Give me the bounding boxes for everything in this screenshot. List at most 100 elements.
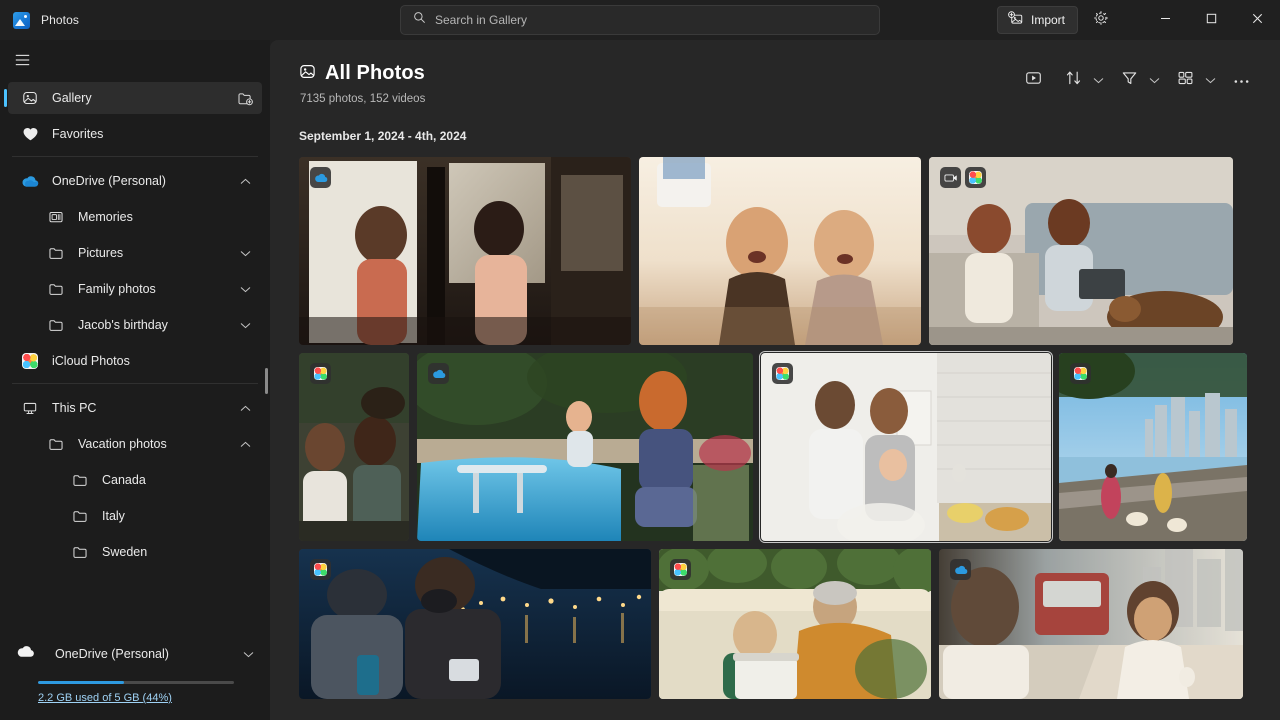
icloud-badge [670,559,691,580]
content-header-left: All Photos 7135 photos, 152 videos [299,62,425,105]
sidebar-item-vacation-photos[interactable]: Vacation photos [8,428,262,460]
layout-button[interactable] [1170,65,1200,95]
photo-thumbnail[interactable] [939,549,1243,699]
chevron-down-icon[interactable] [243,645,254,663]
photo-thumbnail[interactable] [299,157,631,345]
gallery-icon [299,63,316,85]
gallery-icon [20,90,40,106]
icloud-photos-icon [20,353,40,369]
sidebar-item-label: Family photos [78,282,156,296]
photo-thumbnail[interactable] [659,549,931,699]
settings-button[interactable] [1086,6,1116,34]
sidebar-item-gallery[interactable]: Gallery [8,82,262,114]
filter-funnel-icon [1121,70,1138,91]
layout-chevron[interactable] [1200,65,1220,95]
filter-chevron[interactable] [1144,65,1164,95]
sort-chevron[interactable] [1088,65,1108,95]
chevron-up-icon[interactable] [234,405,256,412]
chevron-down-icon[interactable] [234,322,256,329]
onedrive-badge [428,363,449,384]
navigation-menu-button[interactable] [4,45,40,78]
storage-progress-bar [38,681,234,684]
sidebar-item-label: Jacob's birthday [78,318,168,332]
sidebar-item-label: Italy [102,509,125,523]
sidebar-item-family-photos[interactable]: Family photos [8,273,262,305]
sidebar-item-sweden[interactable]: Sweden [8,536,262,568]
search-icon [413,11,426,29]
chevron-down-icon[interactable] [234,250,256,257]
photo-thumbnail[interactable] [1059,353,1247,541]
sidebar-scrollbar[interactable] [265,368,268,394]
close-button[interactable] [1234,0,1280,40]
sidebar-item-jacobs-birthday[interactable]: Jacob's birthday [8,309,262,341]
icloud-badge [1070,363,1091,384]
folder-icon [46,282,66,296]
search-input[interactable]: Search in Gallery [400,5,880,35]
sidebar-item-this-pc[interactable]: This PC [8,392,262,424]
photo-thumbnail[interactable] [761,353,1051,541]
sidebar-item-label: OneDrive (Personal) [52,174,166,188]
folder-icon [46,246,66,260]
chevron-up-icon[interactable] [234,178,256,185]
chevron-down-icon[interactable] [234,286,256,293]
sidebar-item-label: Memories [78,210,133,224]
sidebar-item-memories[interactable]: Memories [8,201,262,233]
slideshow-button[interactable] [1018,65,1048,95]
sort-button[interactable] [1058,65,1088,95]
photo-thumbnail[interactable] [417,353,753,541]
filter-button[interactable] [1114,65,1144,95]
maximize-icon [1206,11,1217,29]
sidebar-item-pictures[interactable]: Pictures [8,237,262,269]
gear-icon [1093,10,1109,31]
import-button-label: Import [1031,13,1065,27]
onedrive-badge [950,559,971,580]
slideshow-icon [1025,70,1042,91]
photos-app-icon [13,12,30,29]
add-folder-icon[interactable] [234,91,256,106]
sidebar-item-label: Sweden [102,545,147,559]
sidebar-item-onedrive-personal[interactable]: OneDrive (Personal) [8,165,262,197]
minimize-button[interactable] [1142,0,1188,40]
sidebar-item-label: Pictures [78,246,123,260]
onedrive-cloud-icon [20,175,40,188]
storage-account-row[interactable]: OneDrive (Personal) [16,636,254,672]
icloud-badge [965,167,986,188]
import-button[interactable]: Import [997,6,1078,34]
sort-icon [1065,70,1082,91]
photo-row [299,157,1254,345]
sidebar-item-favorites[interactable]: Favorites [8,118,262,150]
page-title-row: All Photos [299,62,425,85]
photo-thumbnail[interactable] [639,157,921,345]
more-button[interactable] [1226,65,1256,95]
storage-account-label: OneDrive (Personal) [55,647,169,661]
folder-icon [70,545,90,559]
sidebar: Gallery [0,40,270,720]
photo-thumbnail[interactable] [929,157,1233,345]
storage-section: OneDrive (Personal) 2.2 GB used of 5 GB … [0,636,270,720]
chevron-up-icon[interactable] [234,441,256,448]
search-area: Search in Gallery [400,5,880,35]
date-group-header: September 1, 2024 - 4th, 2024 [270,105,1280,143]
icloud-badge [310,559,331,580]
sidebar-divider [12,156,258,157]
photo-grid [270,143,1280,699]
maximize-button[interactable] [1188,0,1234,40]
sidebar-item-icloud-photos[interactable]: iCloud Photos [8,345,262,377]
heart-icon [20,126,40,142]
photo-thumbnail[interactable] [299,353,409,541]
sidebar-item-italy[interactable]: Italy [8,500,262,532]
title-bar: Photos Search in Gallery [0,0,1280,40]
app-title: Photos [41,13,79,27]
sidebar-item-canada[interactable]: Canada [8,464,262,496]
sidebar-item-label: This PC [52,401,96,415]
onedrive-badge [310,167,331,188]
photo-thumbnail[interactable] [299,549,651,699]
storage-usage-link[interactable]: 2.2 GB used of 5 GB (44%) [38,692,172,704]
minimize-icon [1160,11,1171,29]
content-header: All Photos 7135 photos, 152 videos [270,40,1280,105]
title-bar-left: Photos [0,12,270,29]
page-title: All Photos [325,62,425,85]
sidebar-divider [12,383,258,384]
storage-progress-fill [38,681,124,684]
sidebar-item-label: iCloud Photos [52,354,130,368]
